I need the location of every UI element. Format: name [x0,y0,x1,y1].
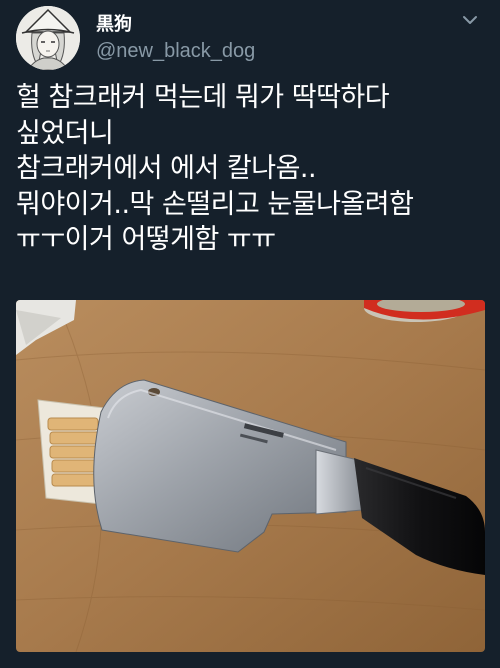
author-name[interactable]: 黒狗 [96,10,132,36]
avatar[interactable] [16,6,80,70]
tweet-text-line: 싶었더니 [16,117,114,149]
tweet-text-line: 뭐야이거..막 손떨리고 눈물나올려함 [16,188,414,220]
knife-on-table-photo [16,300,485,652]
tweet-text-line: 참크래커에서 에서 칼나옴.. [16,153,317,185]
author-handle[interactable]: @new_black_dog [96,40,255,63]
tweet-text-line: 헐 참크래커 먹는데 뭐가 딱딱하다 [16,82,390,113]
tweet-card: 黒狗 @new_black_dog 헐 참크래커 먹는데 뭐가 딱딱하다 싶었더… [0,0,500,668]
tweet-photo[interactable] [16,300,485,652]
tweet-text-line: ㅠㅜ이거 어떻게함 ㅠㅠ [16,224,276,256]
tweet-text: 헐 참크래커 먹는데 뭐가 딱딱하다 싶었더니 참크래커에서 에서 칼나옴.. … [16,80,486,258]
avatar-illustration [16,6,80,70]
chevron-down-icon[interactable] [462,12,478,28]
